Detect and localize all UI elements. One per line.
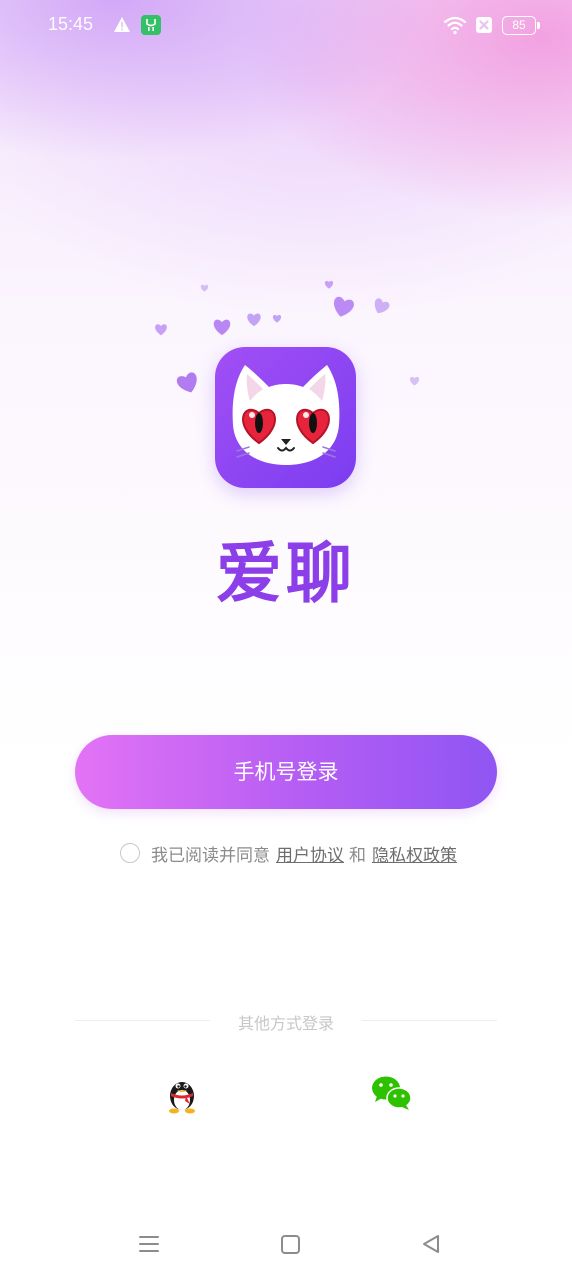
menu-icon[interactable] xyxy=(138,1234,160,1254)
user-agreement-link[interactable]: 用户协议 xyxy=(276,841,344,866)
home-icon[interactable] xyxy=(281,1235,300,1254)
app-logo xyxy=(215,347,356,488)
status-bar: 15:45 85 xyxy=(0,0,572,52)
agreement-row: 我已阅读并同意 用户协议 和 隐私权政策 xyxy=(120,841,462,866)
agreement-and: 和 xyxy=(349,845,366,866)
battery-level: 85 xyxy=(512,18,526,32)
agreement-checkbox[interactable] xyxy=(120,843,140,863)
privacy-policy-link[interactable]: 隐私权政策 xyxy=(372,841,457,866)
battery-icon: 85 xyxy=(502,16,536,35)
status-time: 15:45 xyxy=(48,14,94,34)
cat-heart-eyes-icon xyxy=(232,365,340,465)
battery-cap xyxy=(537,22,540,29)
no-sim-icon xyxy=(476,17,492,33)
heart-decoration xyxy=(324,280,334,289)
wifi-icon xyxy=(443,16,467,35)
phone-login-button[interactable]: 手机号登录 xyxy=(75,735,497,809)
heart-decoration xyxy=(374,298,390,314)
app-title: 爱聊 xyxy=(216,535,356,612)
heart-decoration xyxy=(176,372,197,393)
other-login-label: 其他方式登录 xyxy=(237,1014,334,1033)
agreement-prefix: 我已阅读并同意 xyxy=(151,845,270,866)
heart-decoration xyxy=(200,284,209,292)
warning-icon xyxy=(114,17,130,32)
heart-decoration xyxy=(272,314,282,323)
qq-penguin-icon[interactable] xyxy=(164,1074,200,1114)
heart-decoration xyxy=(247,313,261,327)
heart-decoration xyxy=(334,296,354,317)
app-notification-icon xyxy=(141,15,161,35)
heart-decoration xyxy=(409,376,420,386)
divider-right xyxy=(362,1020,497,1021)
wechat-icon[interactable] xyxy=(371,1075,413,1111)
heart-decoration xyxy=(213,319,231,336)
other-login-section: 其他方式登录 xyxy=(75,1010,497,1033)
back-icon[interactable] xyxy=(421,1234,441,1254)
heart-decoration xyxy=(155,324,167,336)
